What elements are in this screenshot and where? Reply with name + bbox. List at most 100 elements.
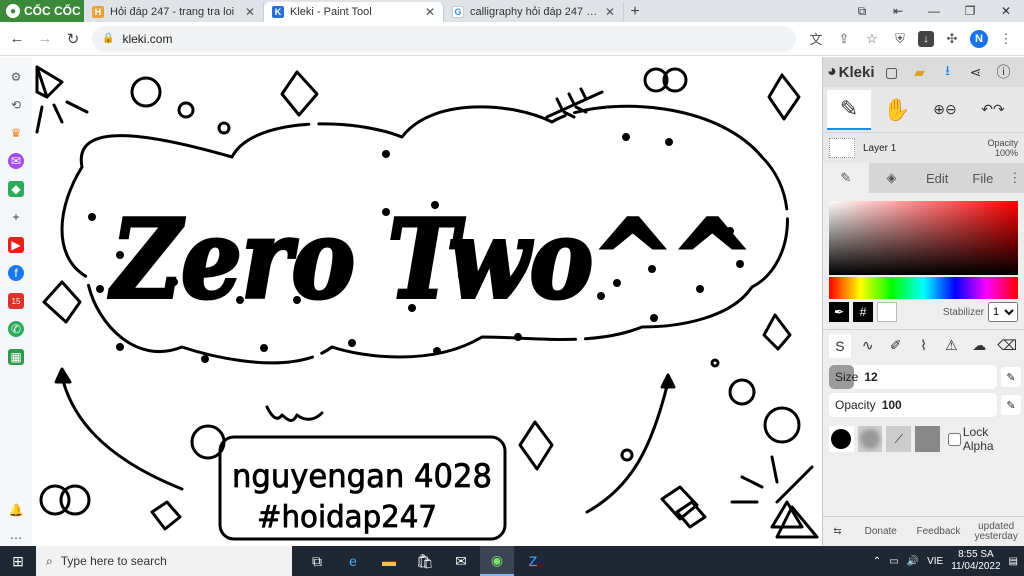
add-icon[interactable]: + [8, 209, 24, 225]
crown-icon[interactable]: ♛ [8, 125, 24, 141]
chat-icon[interactable]: ✆ [8, 321, 24, 337]
mail-icon[interactable]: ✉ [444, 546, 478, 576]
opacity-slider[interactable]: Opacity 100 ✎ [829, 393, 1021, 417]
minimize-icon[interactable]: — [916, 0, 952, 22]
task-view-icon[interactable]: ⧉ [300, 546, 334, 576]
preset-soft[interactable] [857, 426, 883, 452]
tab-file[interactable]: File [960, 163, 1006, 193]
swap-icon[interactable]: ⇆ [823, 526, 852, 537]
size-slider[interactable]: Size 12 ✎ [829, 365, 1021, 389]
forward-arrow-icon[interactable]: → [36, 30, 54, 48]
settings-gear-icon[interactable]: ⚙ [8, 69, 24, 85]
back-icon[interactable]: ⇤ [880, 0, 916, 22]
tab-brush[interactable]: ✎ [823, 163, 869, 193]
sketch-brush-icon[interactable]: ✐ [885, 334, 907, 358]
language-indicator[interactable]: VIE [927, 556, 943, 567]
menu-icon[interactable]: ⋮ [996, 29, 1016, 49]
drawing-canvas[interactable]: Zero Two^^ nguyengan 4028 #hoidap247 [32, 57, 822, 546]
tab-search-icon[interactable]: ⧉ [844, 0, 880, 22]
download-icon[interactable]: ↓ [918, 30, 934, 47]
reload-icon[interactable]: ↻ [64, 30, 82, 48]
coccoc-taskbar-icon[interactable]: ◉ [480, 546, 514, 576]
tab-google[interactable]: G calligraphy hỏi đáp 247 - Goo ✕ [444, 2, 624, 22]
opacity-pressure-icon[interactable]: ✎ [1001, 395, 1021, 415]
tab-edit[interactable]: Edit [914, 163, 960, 193]
notifications-icon[interactable]: ▤ [1009, 556, 1018, 567]
close-window-icon[interactable]: ✕ [988, 0, 1024, 22]
hex-icon[interactable]: # [853, 302, 873, 322]
tray-chevron-icon[interactable]: ⌃ [873, 556, 881, 567]
preset-solid[interactable] [829, 426, 854, 452]
shopee-icon[interactable]: 15 [8, 293, 24, 309]
clock[interactable]: 8:55 SA 11/04/2022 [951, 549, 1000, 573]
layer-row[interactable]: Layer 1 Opacity 100% [823, 133, 1024, 163]
new-file-icon[interactable]: ▢ [881, 61, 903, 83]
lock-alpha-label: Lock Alpha [962, 425, 994, 453]
stabilizer-select[interactable]: 1 [988, 302, 1018, 322]
messenger-icon[interactable]: ✉ [8, 153, 24, 169]
shield-icon[interactable]: ⛨ [890, 29, 910, 49]
profile-avatar[interactable]: N [970, 29, 988, 48]
feedback-link[interactable]: Feedback [910, 526, 968, 537]
share-icon[interactable]: ⋖ [965, 61, 987, 83]
close-tab-icon[interactable]: ✕ [245, 5, 255, 19]
preset-line[interactable]: ⟋ [886, 426, 912, 452]
tab-more-icon[interactable]: ⋮ [1006, 163, 1024, 193]
tab-layers[interactable]: ◈ [869, 163, 915, 193]
youtube-icon[interactable]: ▶ [8, 237, 24, 253]
taskbar-search[interactable]: ⌕ Type here to search [36, 546, 292, 576]
lock-alpha[interactable]: Lock Alpha [947, 425, 1018, 453]
history-icon[interactable]: ⟲ [8, 97, 24, 113]
hand-tool-button[interactable]: ✋ [875, 90, 919, 130]
donate-link[interactable]: Donate [852, 526, 910, 537]
open-folder-icon[interactable]: ▰ [909, 61, 931, 83]
smudge-brush-icon[interactable]: ☁ [968, 334, 990, 358]
color-picker-square[interactable] [829, 201, 1018, 275]
brush-presets: ⟋ Lock Alpha [823, 421, 1024, 457]
restore-icon[interactable]: ❐ [952, 0, 988, 22]
windows-start-icon[interactable]: ⊞ [0, 546, 36, 576]
undo-redo-button[interactable]: ↶↷ [971, 90, 1015, 130]
back-arrow-icon[interactable]: ← [8, 30, 26, 48]
more-icon[interactable]: ⋯ [8, 530, 24, 546]
new-tab-button[interactable]: + [624, 2, 646, 22]
tab-kleki[interactable]: K Kleki - Paint Tool ✕ [264, 2, 444, 22]
close-tab-icon[interactable]: ✕ [605, 5, 615, 19]
size-pressure-icon[interactable]: ✎ [1001, 367, 1021, 387]
translate-icon[interactable]: 文 [806, 29, 826, 49]
updated-link[interactable]: updated yesterday [967, 521, 1024, 542]
url-field[interactable]: 🔒 kleki.com [92, 25, 796, 52]
sheet-icon[interactable]: ▦ [8, 349, 24, 365]
sun-ray [65, 100, 89, 114]
bell-icon[interactable]: 🔔 [8, 502, 24, 518]
lock-alpha-checkbox[interactable] [947, 432, 961, 446]
blend-brush-icon[interactable]: ∿ [857, 334, 879, 358]
lock-icon[interactable]: 🔒 [102, 33, 114, 44]
star-icon[interactable]: ☆ [862, 29, 882, 49]
preset-square[interactable] [915, 426, 940, 452]
zalo-icon[interactable]: Z [516, 546, 550, 576]
pen-brush-icon[interactable]: S [829, 333, 851, 358]
volume-icon[interactable]: 🔊 [907, 556, 919, 567]
brush-tool-button[interactable]: ✎ [827, 89, 871, 130]
close-tab-icon[interactable]: ✕ [425, 5, 435, 19]
network-icon[interactable]: ▭ [889, 556, 898, 567]
help-icon[interactable]: ⓘ [993, 61, 1015, 83]
facebook-icon[interactable]: f [8, 265, 24, 281]
eraser-icon[interactable]: ⌫ [996, 334, 1018, 358]
eyedropper-icon[interactable]: ✒ [829, 302, 849, 322]
chemy-brush-icon[interactable]: ⚠ [940, 334, 962, 358]
game-icon[interactable]: ◆ [8, 181, 24, 197]
puzzle-icon[interactable]: ✣ [942, 29, 962, 49]
zoom-tool-button[interactable]: ⊕⊖ [923, 90, 967, 130]
secondary-color-swatch[interactable] [877, 302, 897, 322]
tab-hoidap[interactable]: H Hỏi đáp 247 - trang tra loi ✕ [84, 2, 264, 22]
store-icon[interactable]: 🛍 [408, 546, 442, 576]
download-icon[interactable]: ⭳ [937, 61, 959, 83]
edge-icon[interactable]: e [336, 546, 370, 576]
hue-slider[interactable] [829, 277, 1018, 299]
browser-brand[interactable]: ● CỐC CỐC [0, 0, 84, 22]
share-icon[interactable]: ⇪ [834, 29, 854, 49]
file-explorer-icon[interactable]: ▬ [372, 546, 406, 576]
pixel-brush-icon[interactable]: ⌇ [913, 334, 935, 358]
